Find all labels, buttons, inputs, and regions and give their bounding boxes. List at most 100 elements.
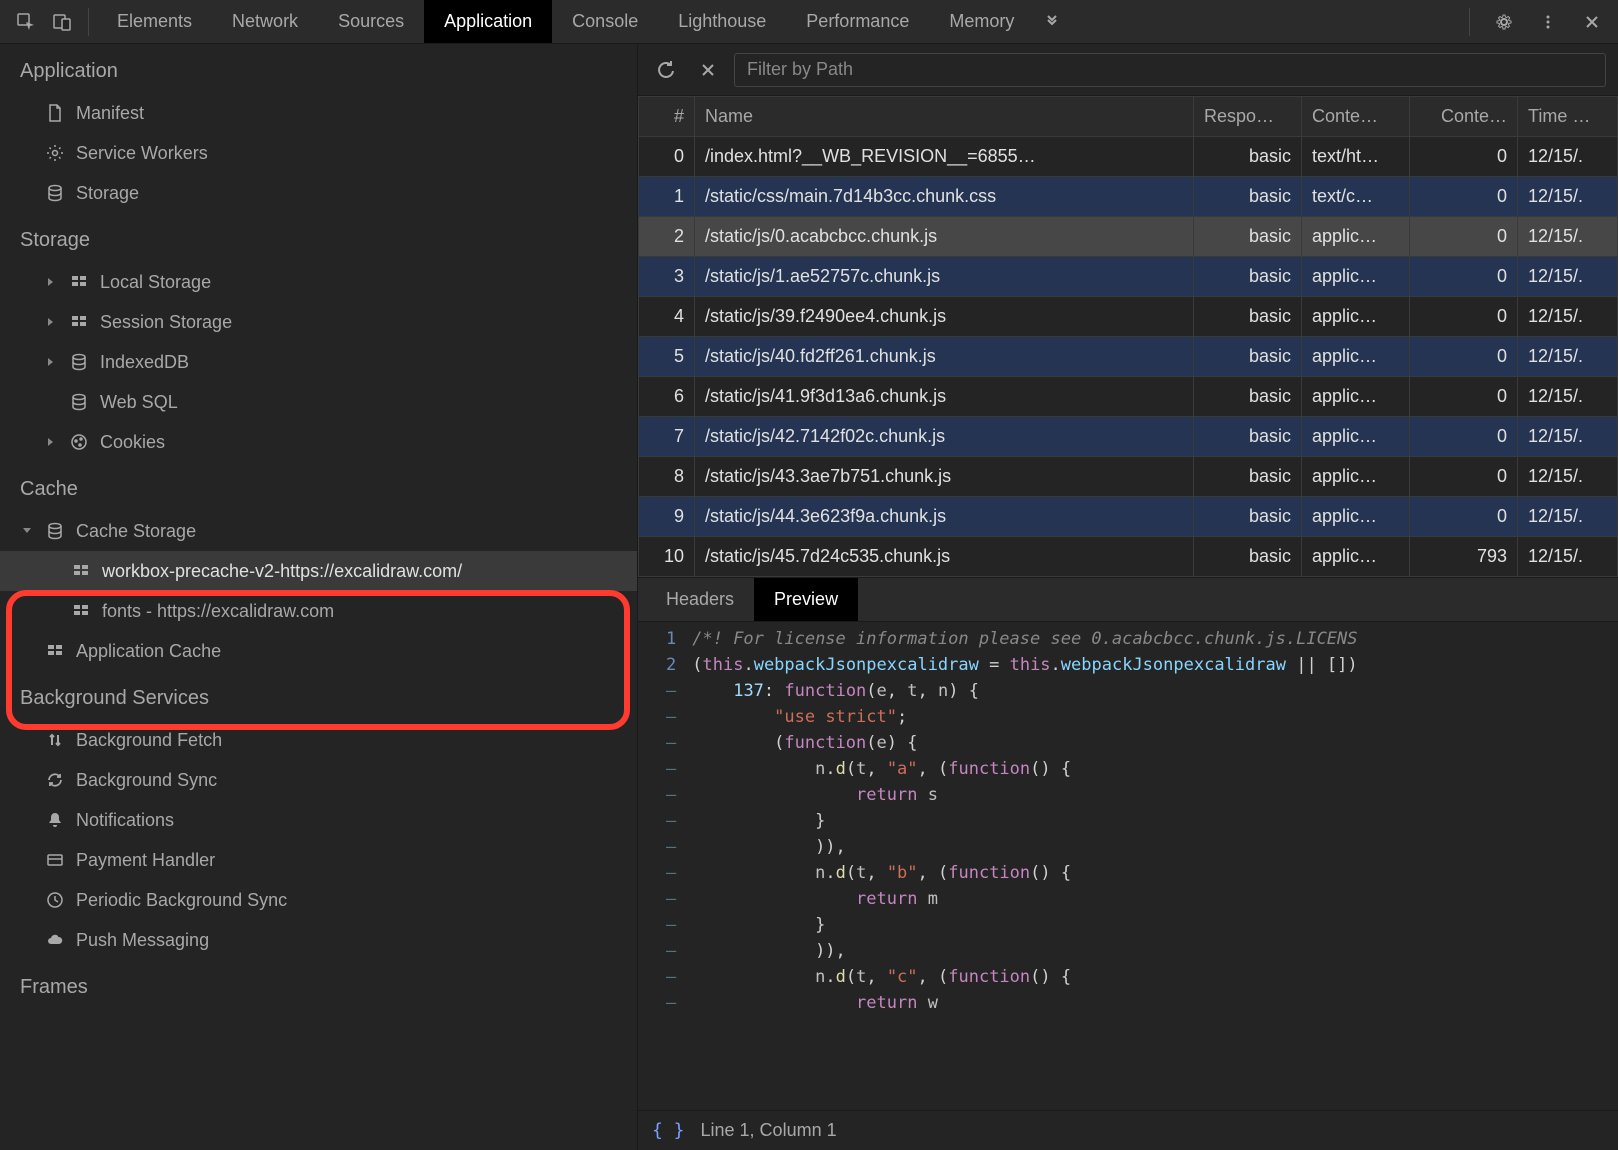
sidebar-item-service-workers[interactable]: Service Workers [0,133,637,173]
sidebar-item-local-storage[interactable]: Local Storage [0,262,637,302]
table-row[interactable]: 3/static/js/1.ae52757c.chunk.jsbasicappl… [639,257,1618,297]
devtools-toolbar: ElementsNetworkSourcesApplicationConsole… [0,0,1618,44]
table-row[interactable]: 8/static/js/43.3ae7b751.chunk.jsbasicapp… [639,457,1618,497]
section-cache: Cache [0,462,637,511]
grid-icon [68,273,90,291]
cookie-icon [68,433,90,451]
filter-input[interactable] [734,53,1606,87]
column-header[interactable]: Time … [1518,97,1618,137]
preview-tab-preview[interactable]: Preview [754,578,858,621]
grid-icon [70,602,92,620]
delete-entry-icon[interactable] [692,54,724,86]
clock-icon [44,891,66,909]
section-background-services: Background Services [0,671,637,720]
bell-icon [44,811,66,829]
sidebar-item-periodic-background-sync[interactable]: Periodic Background Sync [0,880,637,920]
application-sidebar: ApplicationManifest Service Workers Storag… [0,44,638,1150]
db-icon [68,353,90,371]
pretty-print-icon[interactable]: { } [652,1120,685,1141]
table-row[interactable]: 0/index.html?__WB_REVISION__=6855…basict… [639,137,1618,177]
panel-tab-sources[interactable]: Sources [318,0,424,43]
sidebar-item-web-sql[interactable]: Web SQL [0,382,637,422]
panel-tab-memory[interactable]: Memory [929,0,1034,43]
tree-item-label: Notifications [76,810,174,831]
column-header[interactable]: Conte… [1302,97,1410,137]
cache-table: #NameRespo…Conte…Conte…Time … 0/index.ht… [638,96,1618,578]
chevron-icon [44,357,58,367]
tree-item-label: Cookies [100,432,165,453]
panel-tab-lighthouse[interactable]: Lighthouse [658,0,786,43]
preview-tab-headers[interactable]: Headers [646,578,754,621]
main-panel: #NameRespo…Conte…Conte…Time … 0/index.ht… [638,44,1618,1150]
kebab-menu-icon[interactable] [1530,4,1566,40]
panel-tab-console[interactable]: Console [552,0,658,43]
table-row[interactable]: 1/static/css/main.7d14b3cc.chunk.cssbasi… [639,177,1618,217]
gear-icon [44,144,66,162]
db-icon [44,522,66,540]
tree-item-label: Application Cache [76,641,221,662]
section-application: Application [0,44,637,93]
panel-tab-elements[interactable]: Elements [97,0,212,43]
filter-bar [638,44,1618,96]
chevron-icon [20,526,34,536]
column-header[interactable]: # [639,97,695,137]
chevron-icon [44,437,58,447]
table-row[interactable]: 10/static/js/45.7d24c535.chunk.jsbasicap… [639,537,1618,577]
tree-item-label: Cache Storage [76,521,196,542]
sidebar-item-notifications[interactable]: Notifications [0,800,637,840]
panel-tab-performance[interactable]: Performance [786,0,929,43]
sidebar-item-application-cache[interactable]: Application Cache [0,631,637,671]
sync-icon [44,771,66,789]
sidebar-item-push-messaging[interactable]: Push Messaging [0,920,637,960]
code-content[interactable]: /*! For license information please see 0… [684,622,1618,1110]
tree-item-label: Service Workers [76,143,208,164]
more-tabs-icon[interactable] [1034,4,1070,40]
tree-item-label: Periodic Background Sync [76,890,287,911]
panel-tabs: ElementsNetworkSourcesApplicationConsole… [97,0,1034,43]
sidebar-item-payment-handler[interactable]: Payment Handler [0,840,637,880]
sidebar-item-cache-storage[interactable]: Cache Storage [0,511,637,551]
sidebar-item-manifest[interactable]: Manifest [0,93,637,133]
device-toggle-icon[interactable] [44,4,80,40]
tree-item-label: Session Storage [100,312,232,333]
sidebar-item-cache-entry[interactable]: fonts - https://excalidraw.com [0,591,637,631]
panel-tab-network[interactable]: Network [212,0,318,43]
toolbar-separator [1469,8,1470,36]
column-header[interactable]: Respo… [1194,97,1302,137]
table-row[interactable]: 5/static/js/40.fd2ff261.chunk.jsbasicapp… [639,337,1618,377]
tree-item-label: Push Messaging [76,930,209,951]
table-row[interactable]: 2/static/js/0.acabcbcc.chunk.jsbasicappl… [639,217,1618,257]
close-devtools-icon[interactable] [1574,4,1610,40]
column-header[interactable]: Conte… [1410,97,1518,137]
table-row[interactable]: 9/static/js/44.3e623f9a.chunk.jsbasicapp… [639,497,1618,537]
tree-item-label: IndexedDB [100,352,189,373]
grid-icon [68,313,90,331]
table-row[interactable]: 7/static/js/42.7142f02c.chunk.jsbasicapp… [639,417,1618,457]
settings-icon[interactable] [1486,4,1522,40]
db-icon [68,393,90,411]
tree-item-label: Background Sync [76,770,217,791]
inspect-element-icon[interactable] [8,4,44,40]
section-storage: Storage [0,213,637,262]
column-header[interactable]: Name [695,97,1194,137]
preview-tabs: HeadersPreview [638,578,1618,622]
sidebar-item-cookies[interactable]: Cookies [0,422,637,462]
sidebar-item-indexeddb[interactable]: IndexedDB [0,342,637,382]
tree-item-label: Payment Handler [76,850,215,871]
sidebar-item-background-sync[interactable]: Background Sync [0,760,637,800]
tree-item-label: Background Fetch [76,730,222,751]
tree-item-label: Storage [76,183,139,204]
refresh-icon[interactable] [650,54,682,86]
status-bar: { } Line 1, Column 1 [638,1110,1618,1150]
line-gutter: 12––––––––––––– [638,622,684,1110]
sidebar-item-background-fetch[interactable]: Background Fetch [0,720,637,760]
grid-icon [44,642,66,660]
tree-item-label: fonts - https://excalidraw.com [102,601,334,622]
table-row[interactable]: 4/static/js/39.f2490ee4.chunk.jsbasicapp… [639,297,1618,337]
cursor-position: Line 1, Column 1 [701,1120,837,1141]
sidebar-item-session-storage[interactable]: Session Storage [0,302,637,342]
table-row[interactable]: 6/static/js/41.9f3d13a6.chunk.jsbasicapp… [639,377,1618,417]
panel-tab-application[interactable]: Application [424,0,552,43]
sidebar-item-storage[interactable]: Storage [0,173,637,213]
sidebar-item-cache-entry[interactable]: workbox-precache-v2-https://excalidraw.c… [0,551,637,591]
